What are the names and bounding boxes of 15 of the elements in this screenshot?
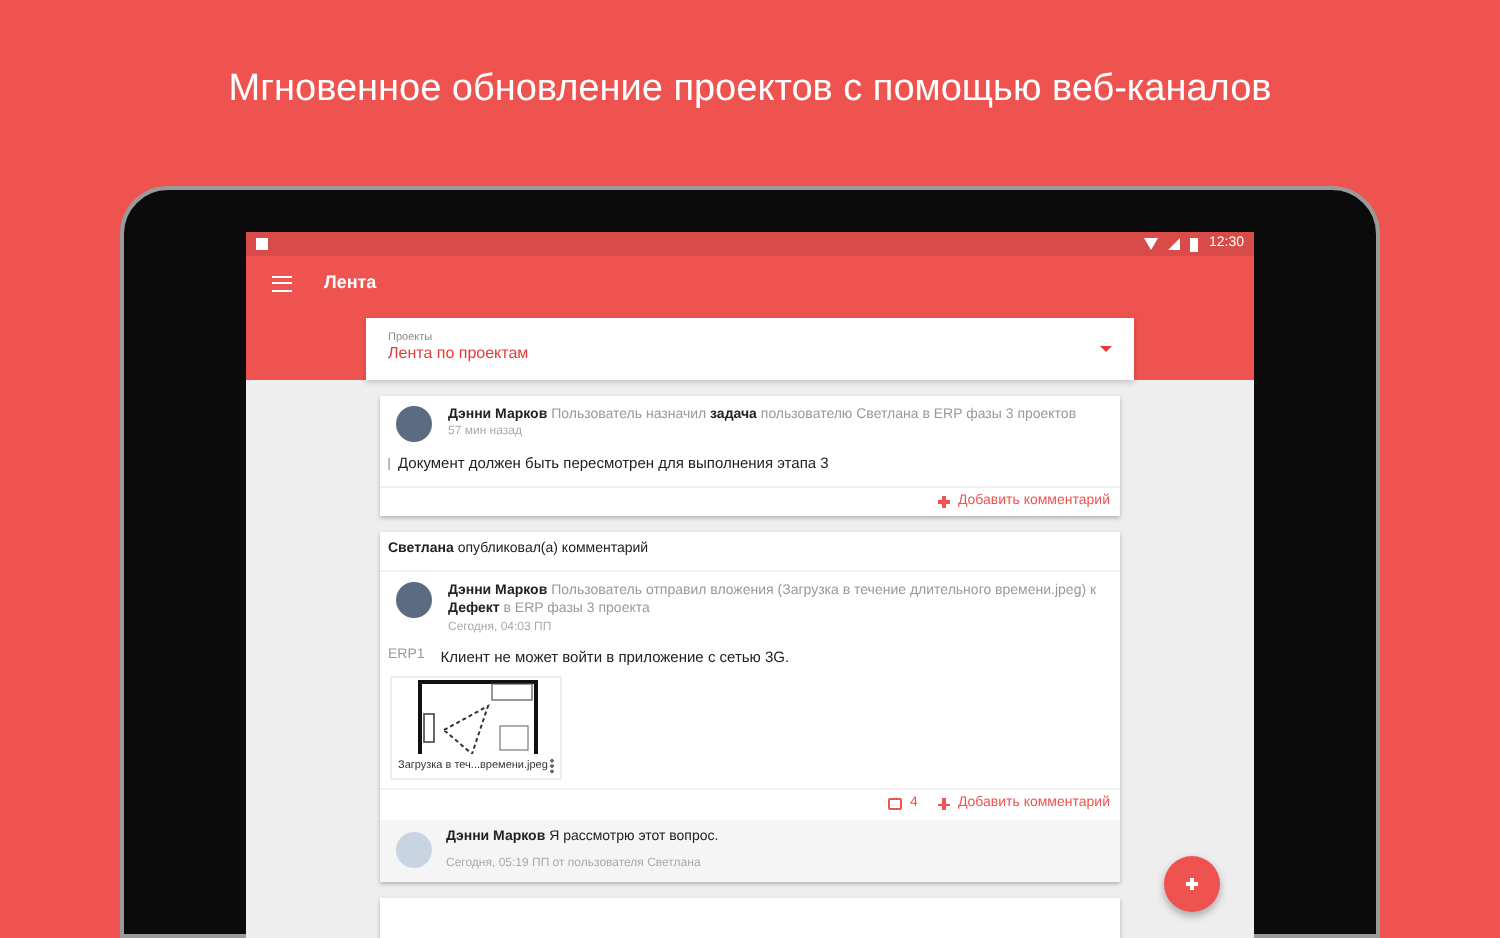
signal-icon xyxy=(1168,238,1181,250)
add-button[interactable] xyxy=(1164,856,1220,912)
app-title: Лента xyxy=(324,270,377,297)
menu-icon[interactable] xyxy=(272,276,292,292)
caret-icon xyxy=(1100,346,1112,352)
headline: Мгновенное обновление проектов с помощью веб-каналов xyxy=(226,66,1274,114)
plus-icon xyxy=(937,495,950,508)
avatar xyxy=(396,832,432,869)
avatar xyxy=(396,581,432,618)
wifi-icon xyxy=(1144,238,1159,250)
battery-icon xyxy=(1190,237,1199,251)
plus-icon xyxy=(1186,878,1198,890)
plus-icon xyxy=(937,798,950,811)
avatar xyxy=(396,406,432,442)
comment-icon xyxy=(888,798,903,811)
